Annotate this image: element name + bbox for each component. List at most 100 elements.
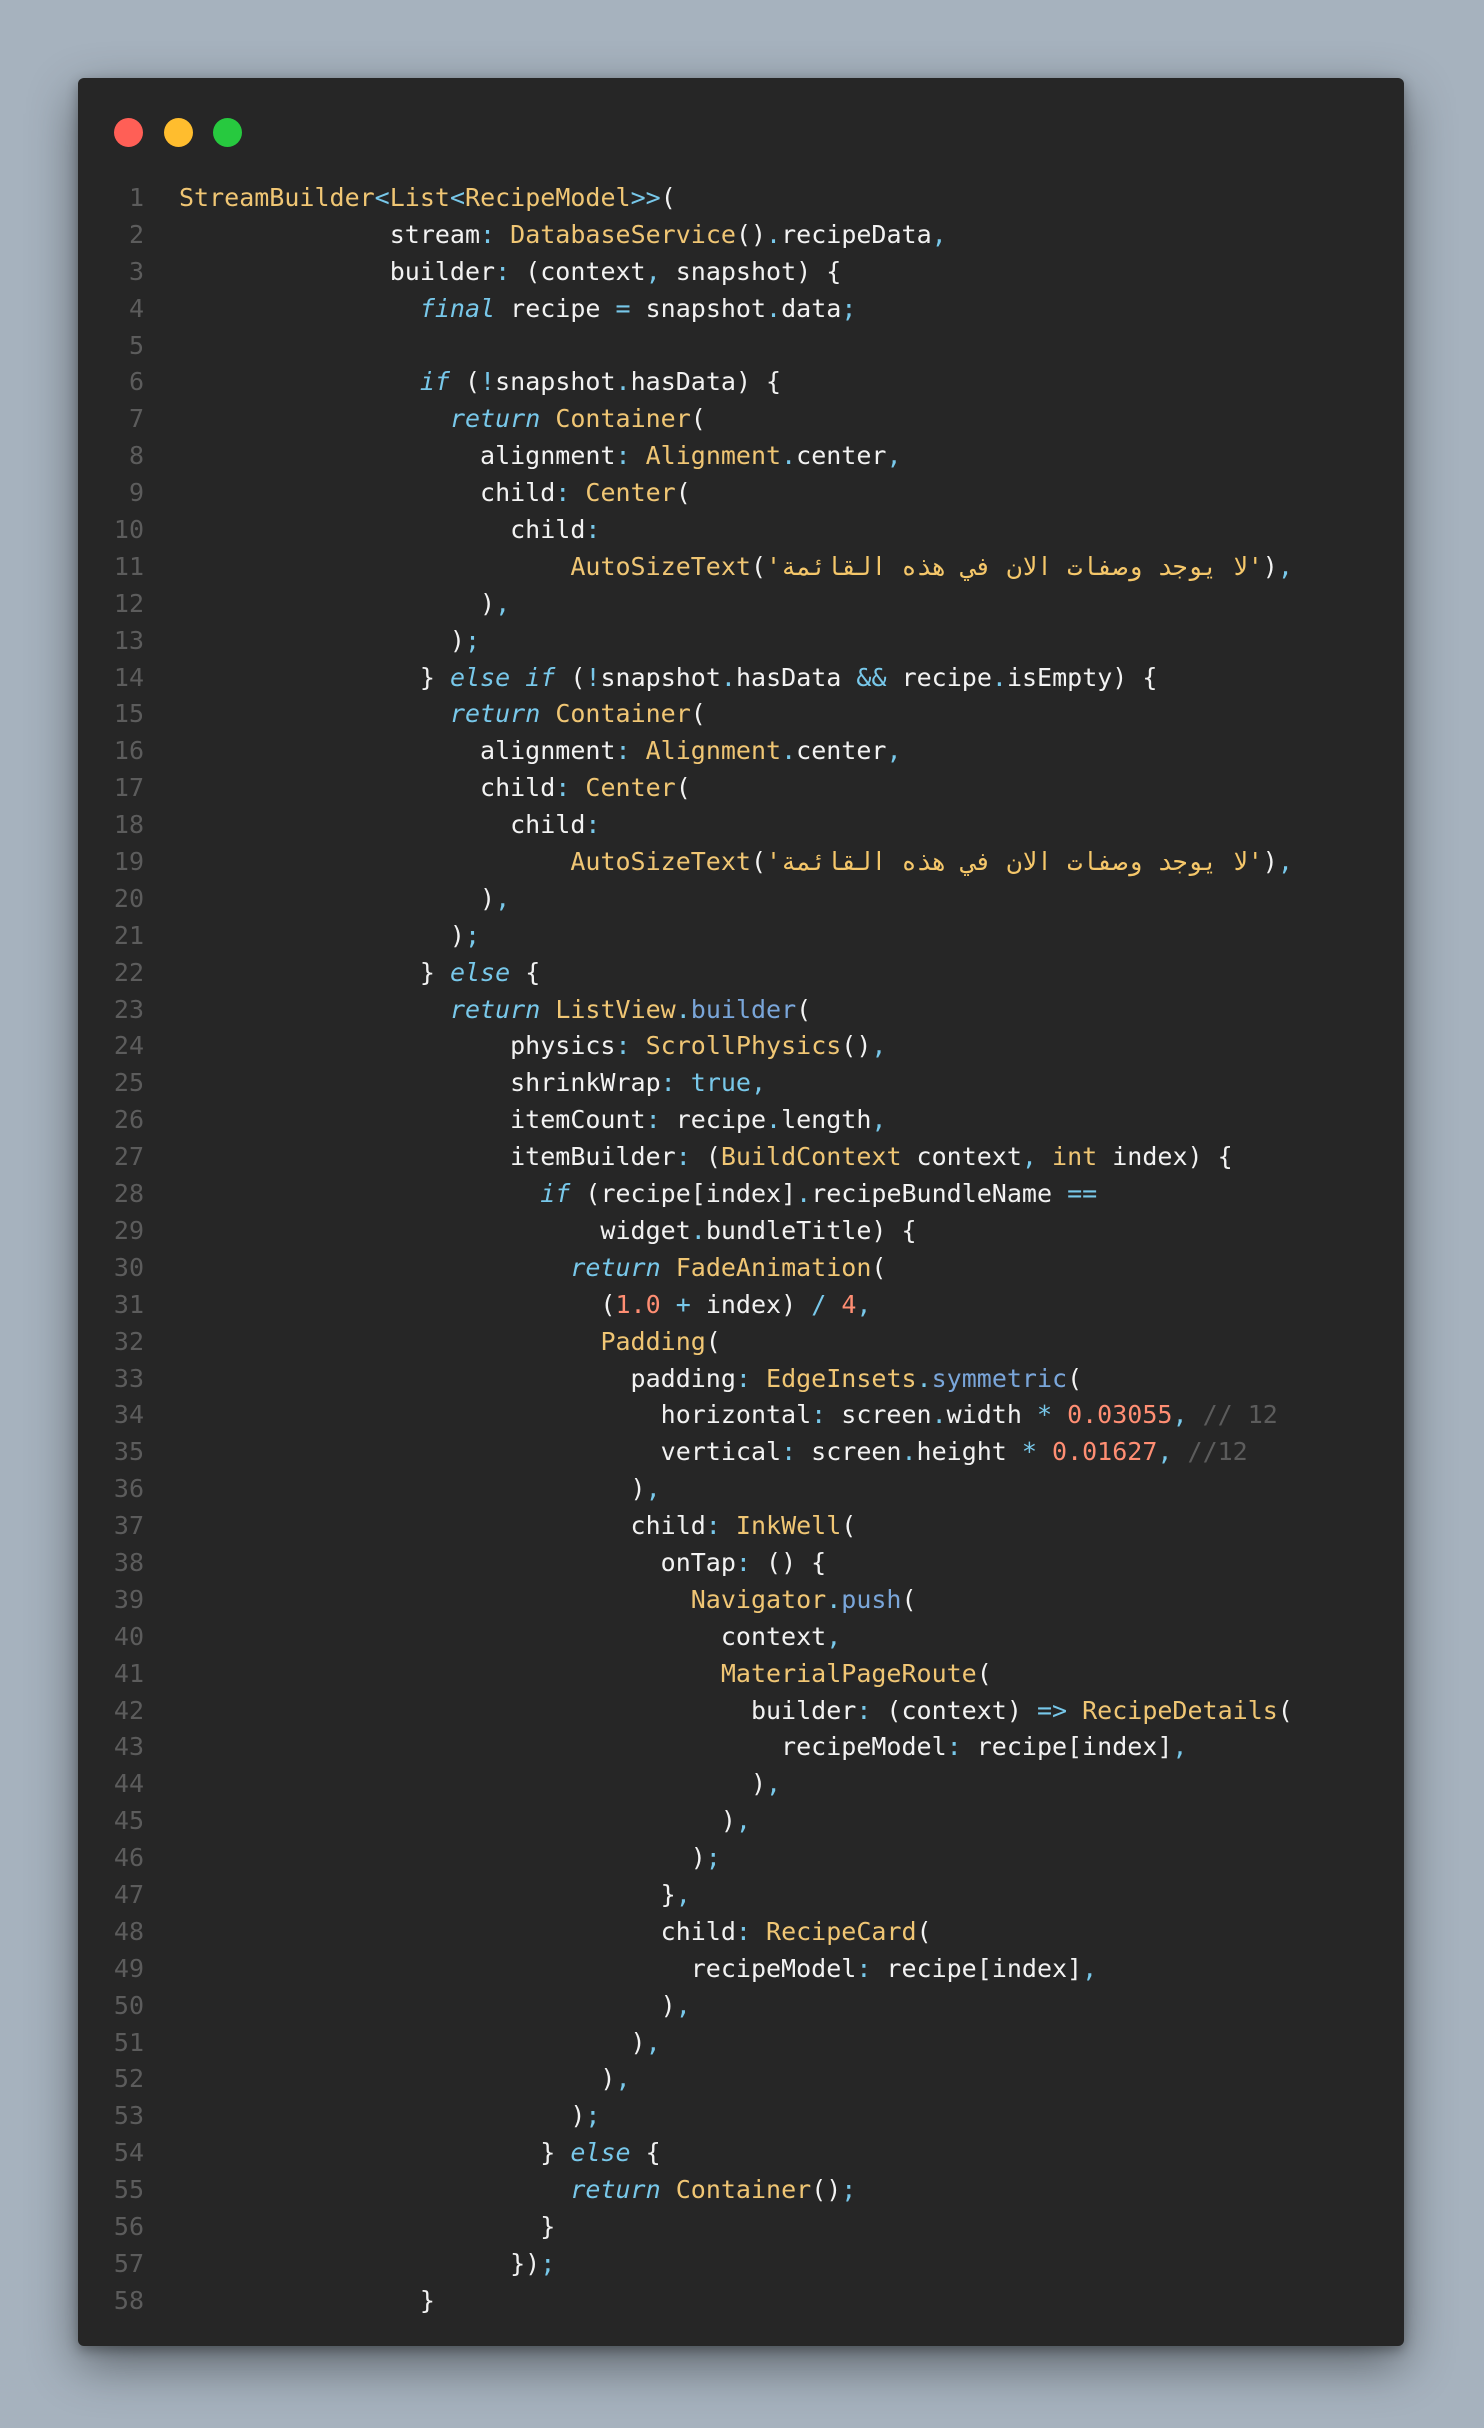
code-line: 26 itemCount: recipe.length, [0, 1102, 1484, 1139]
code-text: child: [179, 515, 601, 545]
code-line: 35 vertical: screen.height * 0.01627, //… [0, 1434, 1484, 1471]
line-number: 2 [128, 219, 144, 249]
line-number: 49 [113, 1953, 144, 1983]
line-number: 19 [113, 847, 144, 877]
line-number: 24 [113, 1031, 144, 1061]
line-number: 22 [113, 957, 144, 987]
line-number: 9 [128, 478, 144, 508]
code-text: MaterialPageRoute( [720, 1658, 992, 1688]
code-line: 22 } else { [0, 955, 1484, 992]
code-text: alignment: Alignment.center, [179, 736, 902, 766]
line-number: 41 [113, 1658, 144, 1688]
line-number: 42 [113, 1695, 144, 1725]
line-number: 12 [113, 588, 144, 618]
code-line: 18 child: [0, 807, 1484, 844]
code-line: 12 ), [0, 586, 1484, 623]
code-line: 15 return Container( [0, 696, 1484, 733]
line-number: 4 [128, 293, 144, 323]
code-text: ); [179, 1843, 721, 1873]
close-dot-icon[interactable] [114, 118, 143, 147]
code-text: return ListView.builder( [449, 994, 812, 1024]
line-number: 44 [113, 1769, 144, 1799]
code-line: 8 alignment: Alignment.center, [0, 438, 1484, 475]
code-text: itemBuilder: (BuildContext context, int … [179, 1142, 1233, 1172]
code-line: 7 return Container( [0, 401, 1484, 438]
code-line: 57 }); [0, 2246, 1484, 2283]
line-number: 26 [113, 1105, 144, 1135]
line-number: 10 [113, 515, 144, 545]
code-text: ), [179, 883, 511, 913]
code-line: 47 }, [0, 1877, 1484, 1914]
code-text: builder: (context) => RecipeDetails( [179, 1695, 1293, 1725]
code-block: 1 StreamBuilder<List<RecipeModel>>(2 stre… [0, 180, 1484, 2320]
line-number: 56 [113, 2211, 144, 2241]
line-number: 20 [113, 883, 144, 913]
code-line: 33 padding: EdgeInsets.symmetric( [0, 1361, 1484, 1398]
minimize-dot-icon[interactable] [164, 118, 193, 147]
zoom-dot-icon[interactable] [213, 118, 242, 147]
line-number: 16 [113, 736, 144, 766]
code-line: 51 ), [0, 2025, 1484, 2062]
code-text: ), [179, 588, 511, 618]
line-number: 32 [113, 1326, 144, 1356]
code-text: ), [179, 1990, 691, 2020]
line-number: 50 [113, 1990, 144, 2020]
code-line: 1 StreamBuilder<List<RecipeModel>>( [0, 180, 1484, 217]
code-line: 58 } [0, 2283, 1484, 2320]
code-line: 14 } else if (!snapshot.hasData && recip… [0, 660, 1484, 697]
code-text: onTap: () { [179, 1547, 827, 1577]
code-text: shrinkWrap: true, [179, 1068, 767, 1098]
code-line: 46 ); [0, 1840, 1484, 1877]
code-line: 44 ), [0, 1766, 1484, 1803]
line-number: 29 [113, 1215, 144, 1245]
code-text: AutoSizeText('لا يوجد وصفات الان في هذه … [570, 847, 1293, 877]
line-number: 1 [128, 183, 144, 212]
line-number: 58 [113, 2285, 144, 2315]
code-text: if (recipe[index].recipeBundleName == [540, 1179, 1098, 1209]
code-text: widget.bundleTitle) { [179, 1215, 917, 1245]
code-text: ), [179, 2027, 661, 2057]
code-text: ); [179, 625, 481, 655]
code-line: 34 horizontal: screen.width * 0.03055, /… [0, 1397, 1484, 1434]
code-text: (1.0 + index) / 4, [179, 1289, 872, 1319]
code-text: final recipe = snapshot.data; [419, 293, 857, 323]
line-number: 18 [113, 810, 144, 840]
code-line: 39 Navigator.push( [0, 1582, 1484, 1619]
code-line: 16 alignment: Alignment.center, [0, 733, 1484, 770]
code-line: 43 recipeModel: recipe[index], [0, 1729, 1484, 1766]
code-line: 9 child: Center( [0, 475, 1484, 512]
line-number: 5 [128, 330, 144, 360]
code-text: return FadeAnimation( [570, 1252, 887, 1282]
code-line: 49 recipeModel: recipe[index], [0, 1951, 1484, 1988]
code-text: ), [179, 2064, 631, 2094]
code-text: return Container(); [570, 2175, 857, 2205]
code-line: 28 if (recipe[index].recipeBundleName == [0, 1176, 1484, 1213]
line-number: 47 [113, 1879, 144, 1909]
code-line: 13 ); [0, 623, 1484, 660]
code-text: }); [179, 2248, 556, 2278]
line-number: 14 [113, 662, 144, 692]
code-text: return Container( [449, 699, 706, 729]
code-text: recipeModel: recipe[index], [179, 1732, 1188, 1762]
line-number: 28 [113, 1179, 144, 1209]
line-number: 55 [113, 2175, 144, 2205]
code-text: padding: EdgeInsets.symmetric( [179, 1363, 1083, 1393]
line-number: 37 [113, 1511, 144, 1541]
code-line: 29 widget.bundleTitle) { [0, 1213, 1484, 1250]
code-line: 20 ), [0, 881, 1484, 918]
line-number: 54 [113, 2138, 144, 2168]
code-line: 52 ), [0, 2061, 1484, 2098]
code-text: vertical: screen.height * 0.01627, //12 [179, 1437, 1248, 1467]
code-line: 19 AutoSizeText('لا يوجد وصفات الان في ه… [0, 844, 1484, 881]
line-number: 31 [113, 1289, 144, 1319]
line-number: 46 [113, 1843, 144, 1873]
code-line: 48 child: RecipeCard( [0, 1914, 1484, 1951]
code-line: 24 physics: ScrollPhysics(), [0, 1028, 1484, 1065]
code-line: 41 MaterialPageRoute( [0, 1656, 1484, 1693]
code-text: child: [179, 810, 601, 840]
line-number: 43 [113, 1732, 144, 1762]
code-line: 27 itemBuilder: (BuildContext context, i… [0, 1139, 1484, 1176]
line-number: 3 [128, 256, 144, 286]
line-number: 33 [113, 1363, 144, 1393]
code-line: 55 return Container(); [0, 2172, 1484, 2209]
